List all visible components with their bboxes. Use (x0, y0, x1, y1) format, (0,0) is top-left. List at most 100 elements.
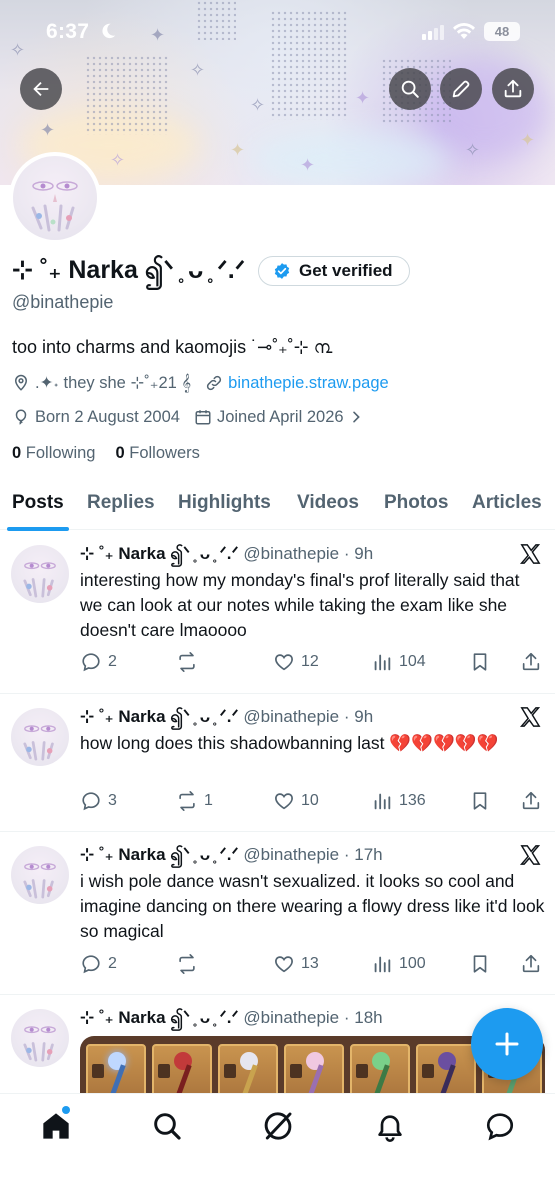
bar-chart-icon (374, 654, 391, 671)
search-icon (401, 80, 419, 98)
follow-stats: 0 Following 0 Followers (12, 444, 200, 463)
share-icon (522, 652, 540, 671)
views-button[interactable]: 136 (371, 790, 426, 812)
bookmark-button[interactable] (469, 790, 491, 812)
verified-badge-icon (274, 263, 290, 279)
views-button[interactable]: 100 (371, 953, 426, 975)
search-icon (154, 1113, 181, 1140)
tab-posts[interactable]: Posts (12, 492, 64, 514)
following-count: 0 (12, 444, 22, 462)
avatar-art (23, 725, 56, 761)
repost-button[interactable] (176, 953, 204, 975)
tab-photos[interactable]: Photos (384, 492, 448, 514)
share-button[interactable] (492, 68, 534, 110)
nav-notifications[interactable] (374, 1110, 406, 1142)
share-icon (504, 79, 522, 98)
tweet-text: how long does this shadowbanning last 💔💔… (80, 733, 499, 753)
followers-count: 0 (115, 444, 125, 462)
media-item-card (152, 1044, 212, 1096)
reply-bubble-icon (82, 653, 100, 672)
link-icon (207, 375, 222, 391)
wifi-icon (453, 22, 475, 39)
nav-messages[interactable] (484, 1110, 516, 1142)
tab-highlights[interactable]: Highlights (178, 492, 271, 514)
tweet-share-button[interactable] (520, 651, 542, 673)
nav-search[interactable] (151, 1110, 183, 1142)
share-icon (522, 954, 540, 973)
tweet-header: ⊹ ˚₊ Narka ၍ᐠ ̥ ᴗ ̥ ᐟ.ᐟ @binathepie · 9h (80, 706, 373, 731)
tweet-actions: 2 13 100 (80, 953, 545, 979)
avatar-art (31, 181, 78, 232)
tweet-share-button[interactable] (520, 790, 542, 812)
tweet[interactable]: ⊹ ˚₊ Narka ၍ᐠ ̥ ᴗ ̥ ᐟ.ᐟ @binathepie · 9h… (0, 694, 555, 832)
tweet-avatar[interactable] (11, 708, 69, 766)
tweet[interactable]: ⊹ ˚₊ Narka ၍ᐠ ̥ ᴗ ̥ ᐟ.ᐟ @binathepie · 17… (0, 832, 555, 995)
repost-icon (179, 954, 195, 974)
tab-replies[interactable]: Replies (87, 492, 155, 514)
tweet-author-name[interactable]: ⊹ ˚₊ Narka ၍ᐠ ̥ ᴗ ̥ ᐟ.ᐟ (80, 1008, 239, 1027)
tweet[interactable]: ⊹ ˚₊ Narka ၍ᐠ ̥ ᴗ ̥ ᐟ.ᐟ @binathepie · 9h… (0, 531, 555, 694)
tweet-avatar[interactable] (11, 545, 69, 603)
reply-bubble-icon (82, 955, 100, 974)
x-logo-icon[interactable] (519, 543, 541, 565)
messages-icon (486, 1113, 514, 1141)
x-logo-icon[interactable] (519, 844, 541, 866)
reply-button[interactable]: 2 (80, 651, 117, 673)
tweet-author-name[interactable]: ⊹ ˚₊ Narka ၍ᐠ ̥ ᴗ ̥ ᐟ.ᐟ (80, 845, 239, 864)
followers-label: Followers (129, 444, 200, 462)
repost-count: 1 (204, 792, 213, 809)
views-count: 136 (399, 792, 426, 809)
reply-button[interactable]: 3 (80, 790, 117, 812)
profile-avatar[interactable] (9, 152, 101, 244)
like-button[interactable]: 10 (273, 790, 319, 812)
heart-icon (275, 793, 293, 810)
following-link[interactable]: 0 Following (12, 444, 95, 463)
tweet-author-name[interactable]: ⊹ ˚₊ Narka ၍ᐠ ̥ ᴗ ̥ ᐟ.ᐟ (80, 707, 239, 726)
like-button[interactable]: 12 (273, 651, 319, 673)
tweet-handle-time: @binathepie · 17h (243, 845, 383, 864)
nav-grok[interactable] (262, 1110, 294, 1142)
media-item-card (416, 1044, 476, 1096)
heart-icon (275, 956, 293, 973)
profile-name-row: ⊹ ˚₊ Narka ၍ᐠ ̥ ᴗ ̥ ᐟ.ᐟ (12, 256, 245, 288)
tweet-avatar[interactable] (11, 1009, 69, 1067)
views-count: 100 (399, 955, 426, 972)
profile-website-link[interactable]: binathepie.straw.page (228, 374, 389, 393)
edit-button[interactable] (440, 68, 482, 110)
bookmark-button[interactable] (469, 651, 491, 673)
nav-home[interactable] (40, 1110, 72, 1142)
notification-dot (62, 1106, 70, 1114)
plus-icon (495, 1032, 519, 1056)
reply-count: 2 (108, 955, 117, 972)
chevron-right-icon[interactable] (348, 409, 364, 425)
reply-button[interactable]: 2 (80, 953, 117, 975)
avatar-art (23, 562, 56, 598)
back-button[interactable] (20, 68, 62, 110)
followers-link[interactable]: 0 Followers (115, 444, 199, 463)
tweet-author-name[interactable]: ⊹ ˚₊ Narka ၍ᐠ ̥ ᴗ ̥ ᐟ.ᐟ (80, 544, 239, 563)
repost-button[interactable]: 1 (176, 790, 213, 812)
reply-count: 2 (108, 653, 117, 670)
like-button[interactable]: 13 (273, 953, 319, 975)
x-logo-icon[interactable] (519, 706, 541, 728)
like-count: 13 (301, 955, 319, 972)
bookmark-button[interactable] (469, 953, 491, 975)
get-verified-button[interactable]: Get verified (258, 256, 410, 286)
views-button[interactable]: 104 (371, 651, 426, 673)
tab-articles[interactable]: Articles (472, 492, 542, 514)
balloon-icon (15, 409, 27, 425)
tweet-header: ⊹ ˚₊ Narka ၍ᐠ ̥ ᴗ ̥ ᐟ.ᐟ @binathepie · 9h (80, 543, 373, 568)
calendar-icon (195, 410, 211, 425)
bottom-navigation (0, 1093, 555, 1200)
tweet-share-button[interactable] (520, 953, 542, 975)
media-item-card (284, 1044, 344, 1096)
tab-videos[interactable]: Videos (297, 492, 359, 514)
repost-button[interactable] (176, 651, 204, 673)
battery-indicator: 48 (484, 22, 520, 41)
search-button[interactable] (389, 68, 431, 110)
tweet-avatar[interactable] (11, 846, 69, 904)
tweet-handle-time: @binathepie · 9h (243, 544, 374, 563)
status-time: 6:37 (46, 20, 90, 43)
tweet-handle-time: @binathepie · 9h (243, 707, 374, 726)
compose-button[interactable] (471, 1008, 543, 1080)
